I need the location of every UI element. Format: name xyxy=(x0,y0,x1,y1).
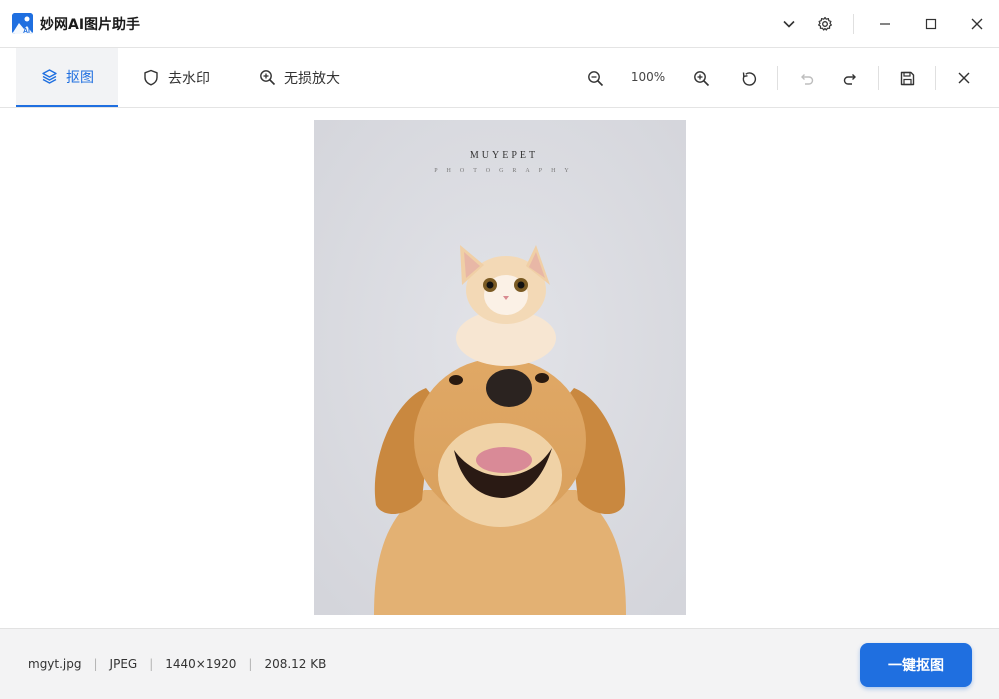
zoom-in-icon[interactable] xyxy=(687,64,715,92)
file-size: 208.12 KB xyxy=(264,657,327,671)
close-window-icon[interactable] xyxy=(963,10,991,38)
titlebar-divider xyxy=(853,14,854,34)
toolbar-divider xyxy=(935,66,936,90)
svg-text:AI: AI xyxy=(23,28,30,34)
rotate-icon[interactable] xyxy=(735,64,763,92)
layers-icon xyxy=(40,68,58,86)
image-dimensions: 1440×1920 xyxy=(165,657,237,671)
one-click-cutout-button[interactable]: 一键抠图 xyxy=(860,643,972,687)
separator: | xyxy=(93,657,98,671)
tab-upscale-label: 无损放大 xyxy=(284,70,340,87)
image-canvas[interactable]: MUYEPET PHOTOGRAPHY xyxy=(0,108,999,628)
app-title: 妙网AI图片助手 xyxy=(40,17,141,33)
status-bar: mgyt.jpg | JPEG | 1440×1920 | 208.12 KB … xyxy=(0,628,999,699)
zoom-level: 100% xyxy=(630,70,666,84)
watermark-title: MUYEPET xyxy=(470,150,538,161)
separator: | xyxy=(149,657,154,671)
close-icon[interactable] xyxy=(950,64,978,92)
zoom-out-icon[interactable] xyxy=(581,64,609,92)
file-name: mgyt.jpg xyxy=(28,657,82,671)
tab-watermark-removal[interactable]: 去水印 xyxy=(142,48,210,107)
minimize-icon[interactable] xyxy=(871,10,899,38)
gear-icon[interactable] xyxy=(811,10,839,38)
watermark-subtitle: PHOTOGRAPHY xyxy=(434,168,578,174)
undo-icon[interactable] xyxy=(792,64,820,92)
file-info: mgyt.jpg | JPEG | 1440×1920 | 208.12 KB xyxy=(28,657,326,671)
save-icon[interactable] xyxy=(893,64,921,92)
title-bar: AI 妙网AI图片助手 xyxy=(0,0,999,48)
preview-image[interactable]: MUYEPET PHOTOGRAPHY xyxy=(314,120,686,615)
chevron-down-icon[interactable] xyxy=(775,10,803,38)
tab-watermark-label: 去水印 xyxy=(168,70,210,87)
toolbar-divider xyxy=(878,66,879,90)
tab-upscale[interactable]: 无损放大 xyxy=(258,48,340,107)
file-format: JPEG xyxy=(109,657,138,671)
maximize-icon[interactable] xyxy=(917,10,945,38)
app-logo-icon: AI xyxy=(12,13,33,34)
zoom-in-icon xyxy=(258,69,276,87)
tab-cutout-label: 抠图 xyxy=(66,69,94,86)
redo-icon[interactable] xyxy=(836,64,864,92)
tab-cutout[interactable]: 抠图 xyxy=(16,48,118,107)
separator: | xyxy=(248,657,253,671)
toolbar-divider xyxy=(777,66,778,90)
shield-icon xyxy=(142,69,160,87)
toolbar: 抠图 去水印 无损放大 100% xyxy=(0,48,999,108)
